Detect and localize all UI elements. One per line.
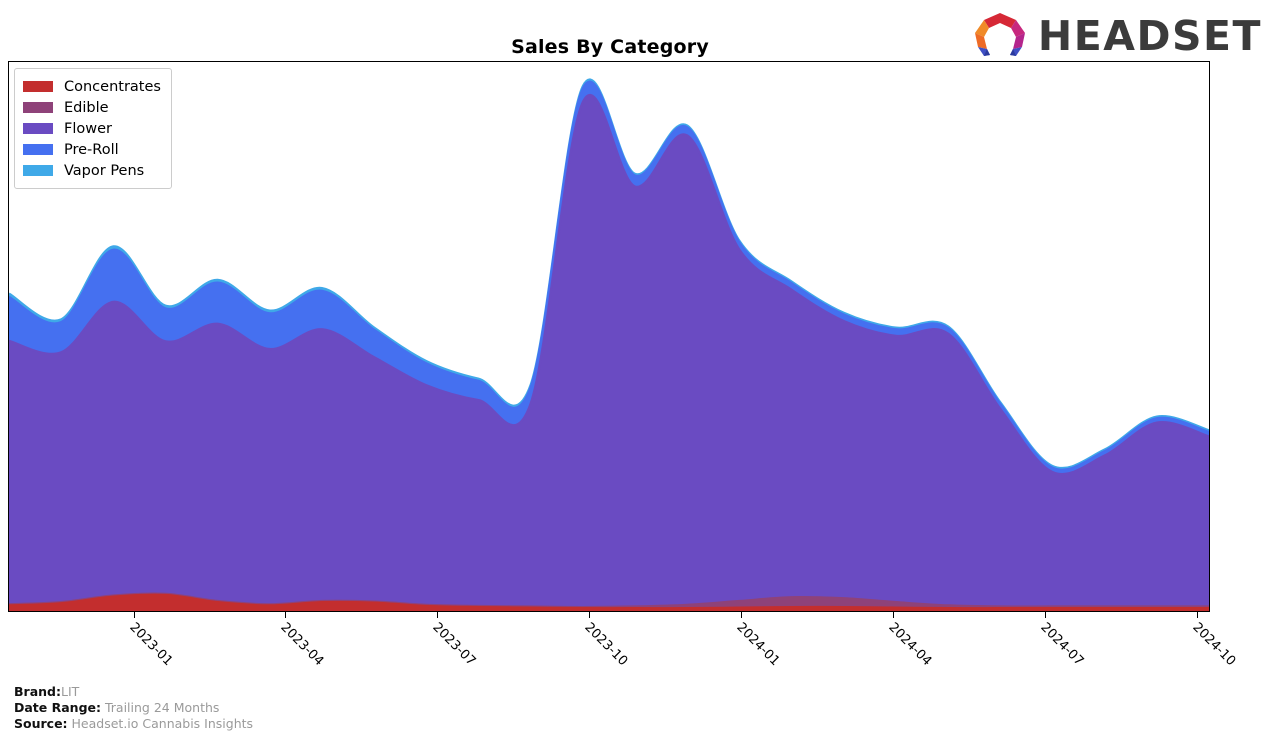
headset-logo-mark-icon	[972, 11, 1028, 61]
legend-label-edible: Edible	[64, 99, 109, 116]
legend-item-vapor-pens[interactable]: Vapor Pens	[23, 160, 161, 181]
x-axis-tick-label: 2024-10	[1189, 620, 1239, 670]
footer-row-date-range: Date Range: Trailing 24 Months	[14, 700, 253, 716]
footer-value-brand: LIT	[60, 684, 80, 699]
legend-swatch-vapor-pens	[23, 165, 53, 176]
x-axis-tick-label: 2023-01	[126, 620, 176, 670]
area-series-flower	[9, 95, 1209, 608]
x-axis-tick-label: 2023-04	[277, 620, 327, 670]
legend-label-vapor-pens: Vapor Pens	[64, 162, 145, 179]
footer-key-date-range: Date Range:	[14, 700, 101, 715]
x-axis-tick-mark	[1197, 612, 1199, 618]
x-axis-tick-label: 2024-04	[885, 620, 935, 670]
legend-item-flower[interactable]: Flower	[23, 118, 161, 139]
footer-row-source: Source: Headset.io Cannabis Insights	[14, 716, 253, 732]
legend-item-concentrates[interactable]: Concentrates	[23, 76, 161, 97]
legend-label-concentrates: Concentrates	[64, 78, 161, 95]
x-axis: 2023-01 2023-04 2023-07 2023-10 2024-01 2024-…	[0, 612, 1276, 682]
x-axis-tick-mark	[1045, 612, 1047, 618]
legend-swatch-edible	[23, 102, 53, 113]
footer-key-brand: Brand:	[14, 684, 61, 699]
footer-value-source: Headset.io Cannabis Insights	[71, 716, 254, 731]
legend-label-pre-roll: Pre-Roll	[64, 141, 119, 158]
logo-wordmark: HEADSET	[1037, 11, 1262, 60]
legend-item-edible[interactable]: Edible	[23, 97, 161, 118]
x-axis-tick-label: 2024-01	[733, 620, 783, 670]
x-axis-tick-mark	[893, 612, 895, 618]
x-axis-tick-mark	[134, 612, 136, 618]
legend-swatch-pre-roll	[23, 144, 53, 155]
chart-plot-area	[8, 61, 1210, 612]
x-axis-tick-mark	[741, 612, 743, 618]
chart-legend: Concentrates Edible Flower Pre-Roll Vapo…	[14, 68, 172, 189]
headset-logo: HEADSET	[972, 11, 1262, 61]
legend-swatch-flower	[23, 123, 53, 134]
x-axis-tick-label: 2023-07	[429, 620, 479, 670]
footer-value-date-range: Trailing 24 Months	[104, 700, 220, 715]
stacked-area-chart	[9, 78, 1209, 611]
x-axis-tick-mark	[285, 612, 287, 618]
legend-swatch-concentrates	[23, 81, 53, 92]
x-axis-tick-label: 2024-07	[1037, 620, 1087, 670]
chart-footer: Brand:LIT Date Range: Trailing 24 Months…	[14, 684, 253, 732]
legend-label-flower: Flower	[64, 120, 112, 137]
x-axis-tick-label: 2023-10	[581, 620, 631, 670]
x-axis-tick-mark	[589, 612, 591, 618]
footer-row-brand: Brand:LIT	[14, 684, 253, 700]
x-axis-tick-mark	[437, 612, 439, 618]
footer-key-source: Source:	[14, 716, 68, 731]
legend-item-pre-roll[interactable]: Pre-Roll	[23, 139, 161, 160]
